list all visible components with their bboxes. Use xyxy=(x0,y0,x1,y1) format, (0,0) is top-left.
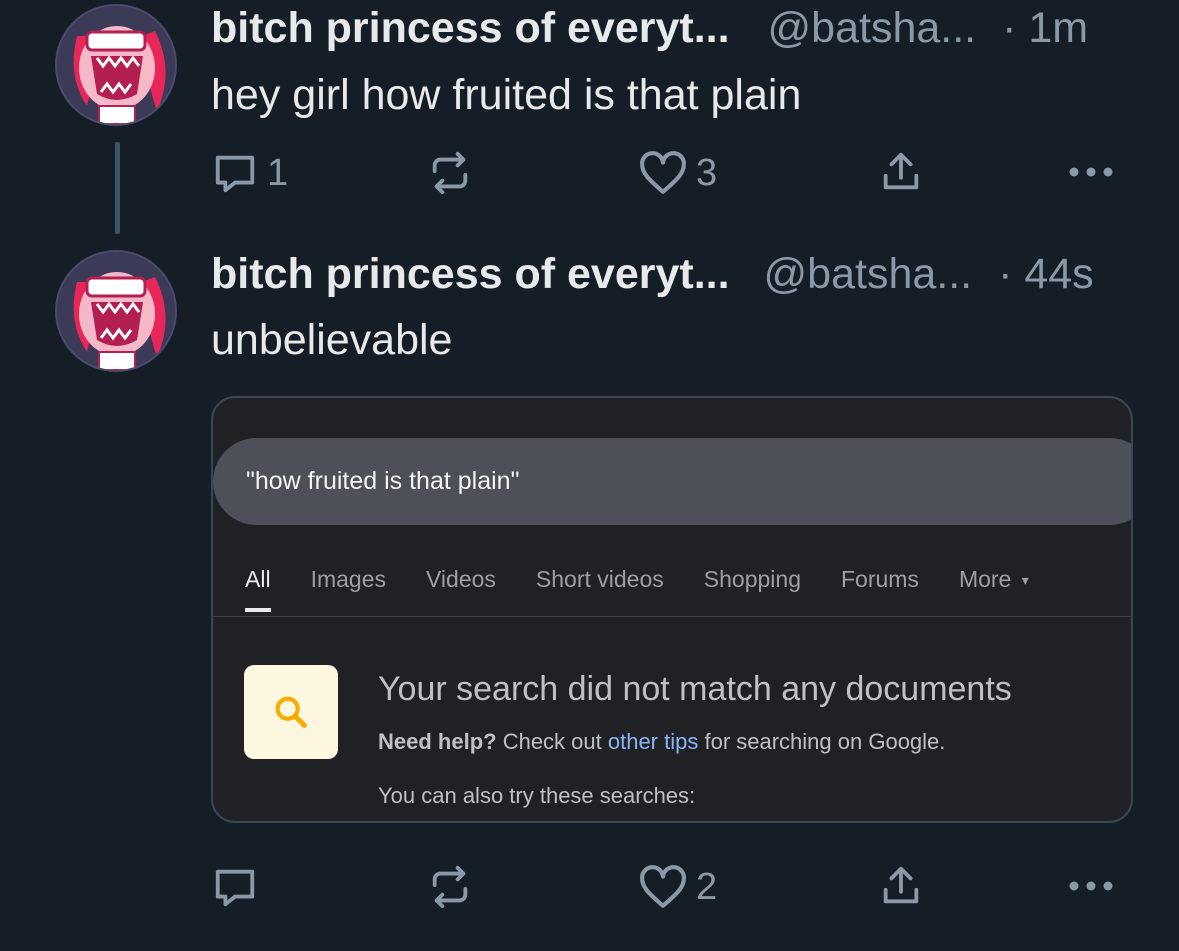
share-button[interactable] xyxy=(878,862,924,910)
timestamp[interactable]: · 1m xyxy=(1002,4,1088,52)
tab-shopping: Shopping xyxy=(703,566,801,592)
thread-line xyxy=(115,142,120,234)
search-tabs: All Images Videos Short videos Shopping … xyxy=(245,566,1069,612)
help-post: for searching on Google. xyxy=(698,729,946,754)
user-handle[interactable]: @batsha... xyxy=(768,4,977,52)
help-bold: Need help? xyxy=(378,729,497,754)
tab-forums: Forums xyxy=(840,566,919,592)
search-query-bar: "how fruited is that plain" xyxy=(213,438,1131,525)
search-icon-box xyxy=(244,665,338,759)
reply-icon xyxy=(215,155,255,193)
tweet-text: hey girl how fruited is that plain xyxy=(211,71,802,119)
help-text: Need help? Check out other tips for sear… xyxy=(378,729,945,755)
help-pre: Check out xyxy=(496,729,608,754)
avatar[interactable] xyxy=(55,4,177,126)
display-name[interactable]: bitch princess of everyt... xyxy=(211,250,730,298)
like-button[interactable]: 3 xyxy=(638,150,717,196)
reply-button[interactable] xyxy=(211,864,267,910)
reply-count: 1 xyxy=(267,151,289,194)
like-count: 3 xyxy=(696,151,718,194)
avatar[interactable] xyxy=(55,250,177,372)
retweet-button[interactable] xyxy=(426,150,482,196)
tweet-header: bitch princess of everyt... @batsha... ·… xyxy=(211,250,1094,299)
tab-more: More ▾ xyxy=(959,566,1029,593)
tab-images: Images xyxy=(310,566,386,592)
avatar-illustration xyxy=(57,252,175,370)
like-button[interactable]: 2 xyxy=(638,864,717,910)
tweet-text: unbelievable xyxy=(211,316,453,364)
other-tips-link: other tips xyxy=(607,729,699,754)
embedded-image[interactable]: "how fruited is that plain" All Images V… xyxy=(211,396,1133,823)
chevron-down-icon: ▾ xyxy=(1021,572,1029,589)
avatar-illustration xyxy=(57,6,175,124)
tab-all: All xyxy=(245,566,271,612)
tab-videos: Videos xyxy=(426,566,496,592)
also-try-text: You can also try these searches: xyxy=(378,783,696,808)
display-name[interactable]: bitch princess of everyt... xyxy=(211,4,730,52)
more-icon xyxy=(1069,167,1113,177)
divider xyxy=(213,616,1131,617)
tweet-header: bitch princess of everyt... @batsha... ·… xyxy=(211,4,1088,53)
more-icon xyxy=(1069,881,1113,891)
no-results-title: Your search did not match any documents xyxy=(378,670,1012,708)
timestamp[interactable]: · 44s xyxy=(998,250,1094,298)
reply-icon xyxy=(215,869,255,907)
like-icon xyxy=(640,151,686,194)
more-button[interactable] xyxy=(1066,874,1116,898)
like-count: 2 xyxy=(696,865,718,908)
share-icon xyxy=(883,866,919,904)
more-button[interactable] xyxy=(1066,160,1116,184)
reply-button[interactable]: 1 xyxy=(211,150,288,196)
retweet-icon xyxy=(432,151,468,195)
tab-more-label: More xyxy=(958,566,1012,592)
like-icon xyxy=(640,865,686,908)
user-handle[interactable]: @batsha... xyxy=(764,250,973,298)
retweet-button[interactable] xyxy=(426,864,482,910)
share-button[interactable] xyxy=(878,148,924,196)
tab-short-videos: Short videos xyxy=(535,566,664,592)
share-icon xyxy=(883,152,919,190)
retweet-icon xyxy=(432,865,468,909)
search-icon xyxy=(275,696,307,728)
